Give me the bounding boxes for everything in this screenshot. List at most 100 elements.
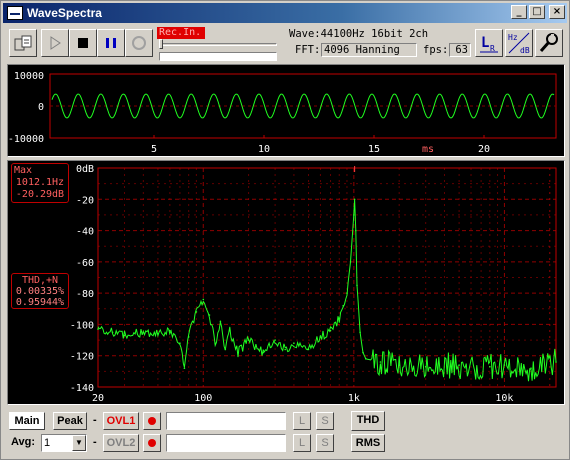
spectrum-point <box>489 365 491 368</box>
ovl2-button[interactable]: OVL2 <box>103 434 139 452</box>
svg-text:L: L <box>481 35 489 51</box>
spectrum-point <box>319 336 322 338</box>
thd-info-box: THD,+N 0.00335% 0.95944% <box>11 273 69 309</box>
ovl2-load-button[interactable]: L <box>293 434 311 452</box>
thd-value-1: 0.00335% <box>15 286 65 297</box>
close-button[interactable]: × <box>549 5 565 19</box>
dash-1: - <box>93 414 97 426</box>
spectrum-point <box>123 334 126 337</box>
spectrum-point <box>329 329 332 332</box>
waveform-plot: 10000 0 -10000 5 10 15 ms 20 <box>8 71 557 155</box>
level-meter <box>159 52 277 61</box>
input-level-slider[interactable] <box>159 43 277 46</box>
record-button[interactable] <box>125 29 153 57</box>
ovl1-button[interactable]: OVL1 <box>103 412 139 430</box>
spectrum-point <box>247 339 250 341</box>
spectrum-point <box>353 214 355 216</box>
spectrum-point <box>346 292 348 294</box>
spectrum-point <box>202 298 205 301</box>
spectrum-point <box>338 317 341 319</box>
spectrum-point <box>195 311 198 313</box>
spectrum-point <box>224 348 227 351</box>
max-info-box: Max 1012.1Hz -20.29dB <box>11 163 69 203</box>
fps-value: 63 <box>449 43 471 57</box>
scope-y-tick-label: 0 <box>38 102 44 113</box>
max-title: Max <box>14 165 33 176</box>
title-bar[interactable]: WaveSpectra _ □ × <box>3 3 567 23</box>
scope-y-tick-label: 10000 <box>14 71 44 82</box>
spectrum-point <box>362 351 364 354</box>
main-button[interactable]: Main <box>9 412 45 430</box>
device-settings-icon <box>14 35 32 51</box>
thd-title: THD,+N <box>21 275 59 286</box>
spectrum-y-tick-label: -140 <box>70 383 94 394</box>
window-title: WaveSpectra <box>27 6 102 20</box>
channel-lr-button[interactable]: L R <box>475 29 503 57</box>
minimize-button[interactable]: _ <box>511 5 527 19</box>
scope-x-tick-label: 15 <box>368 144 380 155</box>
channel-lr-icon: L R <box>480 35 498 53</box>
spectrum-x-tick-label: 20 <box>92 393 104 404</box>
avg-label: Avg: <box>11 436 36 448</box>
spectrum-point <box>349 261 352 263</box>
avg-value: 1 <box>44 437 51 449</box>
slider-thumb[interactable] <box>159 39 163 49</box>
spectrum-y-tick-label: -40 <box>76 227 94 238</box>
record-icon <box>132 36 146 50</box>
spectrum-point <box>356 284 358 287</box>
spectrum-y-tick-label: -20 <box>76 195 94 206</box>
svg-text:dB: dB <box>520 46 530 55</box>
play-icon <box>50 36 61 50</box>
spectrum-point <box>208 314 211 316</box>
window-controls: _ □ × <box>511 5 565 19</box>
spectrum-point <box>229 329 231 332</box>
maximize-button[interactable]: □ <box>529 5 545 19</box>
stop-button[interactable] <box>69 29 97 57</box>
spectrum-point <box>458 364 460 366</box>
spectrum-analyzer: 0dB -20 -40 -60 -80 -100 -120 -140 20 100 1k 10k Ma… <box>7 160 565 405</box>
spectrum-x-tick-label: 100 <box>194 393 212 404</box>
pause-icon <box>106 38 116 48</box>
fft-label: FFT: <box>295 44 321 56</box>
spectrum-point <box>169 329 171 332</box>
spectrum-point <box>365 358 367 360</box>
spectrum-point <box>111 331 114 334</box>
scope-y-tick-label: -10000 <box>8 134 44 145</box>
spectrum-point <box>183 367 186 369</box>
spectrum-point <box>424 365 427 368</box>
spectrum-point <box>142 331 145 334</box>
scope-x-tick-label: 5 <box>151 144 157 155</box>
ovl2-record-icon[interactable] <box>143 434 161 452</box>
app-icon[interactable] <box>7 6 23 20</box>
ovl2-save-button[interactable]: S <box>316 434 334 452</box>
thd-button[interactable]: THD <box>351 411 385 431</box>
wave-info: Wave:44100Hz 16bit 2ch <box>289 28 429 40</box>
spectrum-x-tick-label: 1k <box>348 393 360 404</box>
fft-value[interactable]: 4096 Hanning <box>321 43 417 57</box>
ovl1-record-icon[interactable] <box>143 412 161 430</box>
ovl1-save-button[interactable]: S <box>316 412 334 430</box>
spectrum-point <box>262 351 264 354</box>
ovl2-name-input[interactable] <box>166 434 286 452</box>
spectrum-point <box>379 361 382 363</box>
rms-button[interactable]: RMS <box>351 434 385 452</box>
ovl1-name-input[interactable] <box>166 412 286 430</box>
peak-button[interactable]: Peak <box>53 412 87 430</box>
settings-button[interactable] <box>535 29 563 57</box>
dash-2: - <box>93 436 97 448</box>
hz-db-button[interactable]: Hz dB <box>505 29 533 57</box>
spectrum-point <box>274 339 276 341</box>
play-button[interactable] <box>41 29 69 57</box>
ovl1-load-button[interactable]: L <box>293 412 311 430</box>
max-frequency: 1012.1Hz <box>15 177 65 188</box>
spectrum-point <box>307 348 310 351</box>
chevron-down-icon[interactable]: ▼ <box>72 435 86 451</box>
pause-button[interactable] <box>97 29 125 57</box>
avg-select[interactable]: 1 ▼ <box>41 434 87 452</box>
device-settings-button[interactable] <box>9 29 37 57</box>
spectrum-point <box>503 364 506 366</box>
spectrum-point <box>342 304 345 307</box>
spectrum-x-tick-label: 10k <box>495 393 513 404</box>
spectrum-point <box>530 367 532 369</box>
spectrum-y-tick-label: 0dB <box>76 164 94 175</box>
